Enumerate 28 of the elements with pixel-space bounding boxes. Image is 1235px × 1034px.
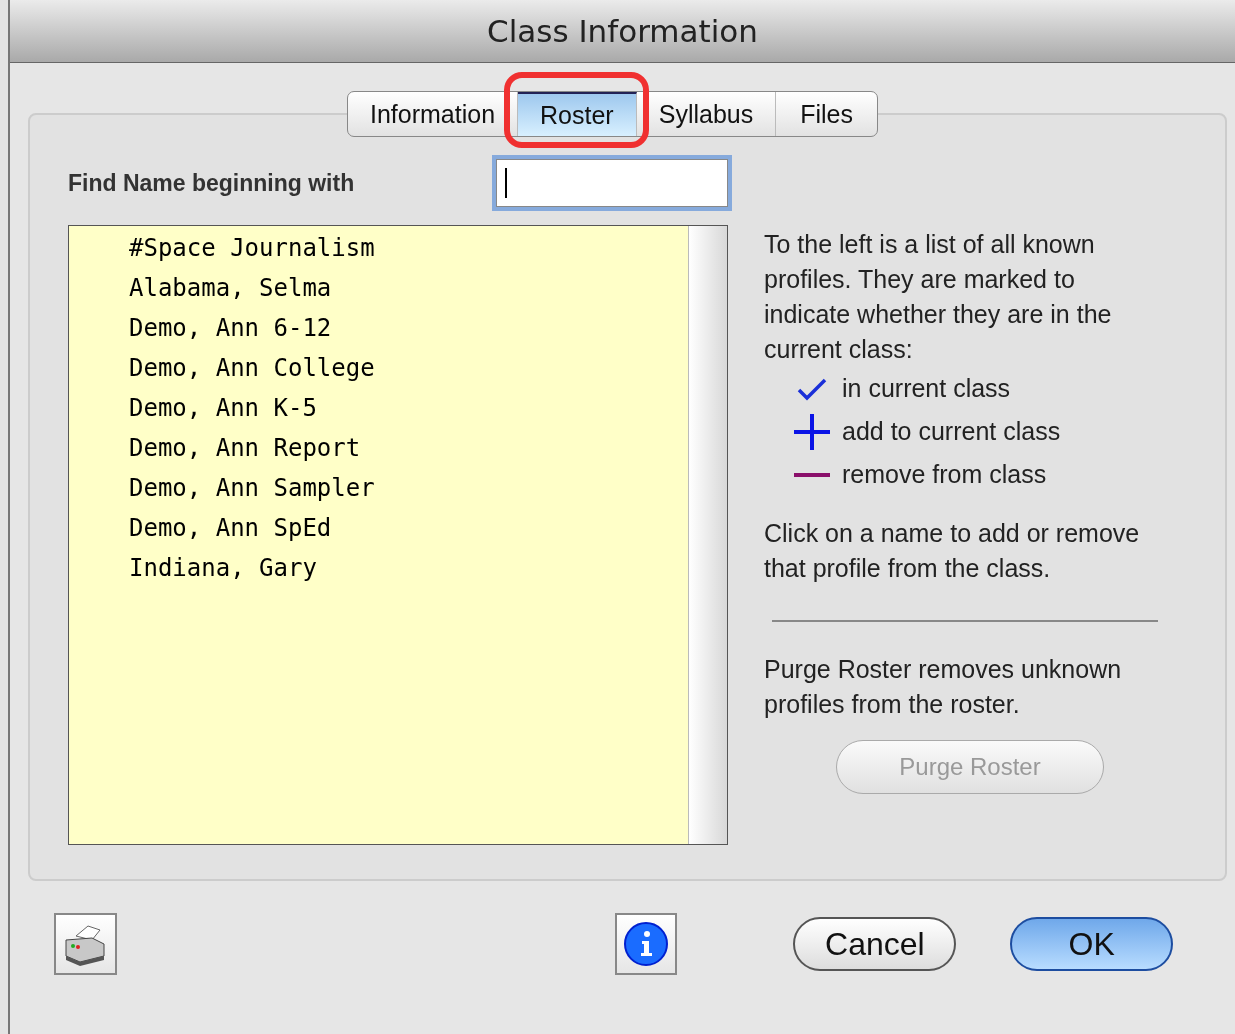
cancel-button[interactable]: Cancel bbox=[793, 917, 957, 971]
name-item[interactable]: Indiana, Gary bbox=[129, 550, 688, 590]
purge-note: Purge Roster removes unknown profiles from the roster. bbox=[764, 654, 1123, 720]
ok-button[interactable]: OK bbox=[1010, 917, 1173, 971]
legend-text: remove from class bbox=[842, 460, 1047, 489]
name-item[interactable]: Demo, Ann SpEd bbox=[129, 510, 688, 550]
info-icon bbox=[623, 921, 670, 967]
tab[interactable]: Roster bbox=[518, 92, 637, 136]
name-item[interactable]: Demo, Ann K-5 bbox=[129, 390, 688, 430]
minus-icon bbox=[792, 470, 832, 479]
info-button[interactable] bbox=[614, 913, 678, 975]
plus-icon bbox=[792, 411, 832, 452]
click-note: Click on a name to add or remove that profile from the class. bbox=[764, 518, 1141, 584]
tab[interactable]: Files bbox=[776, 92, 877, 136]
name-item[interactable]: #Space Journalism bbox=[129, 230, 688, 270]
intro-text: To the left is a list of all known profiles. They are marked to indicate whether they are in the current class: bbox=[764, 229, 1113, 365]
window-title: Class Information bbox=[487, 13, 758, 49]
print-button[interactable] bbox=[54, 913, 117, 975]
tab[interactable]: Syllabus bbox=[636, 92, 777, 136]
name-item[interactable]: Demo, Ann Report bbox=[129, 430, 688, 470]
legend-text: in current class bbox=[842, 374, 1011, 403]
name-item[interactable]: Alabama, Selma bbox=[129, 270, 688, 310]
find-label: Find Name beginning with bbox=[68, 169, 356, 197]
name-item[interactable]: Demo, Ann 6-12 bbox=[129, 310, 688, 350]
name-item[interactable]: Demo, Ann College bbox=[129, 350, 688, 390]
legend-text: add to current class bbox=[842, 417, 1061, 446]
find-field[interactable] bbox=[496, 159, 728, 207]
name-item[interactable]: Demo, Ann Sampler bbox=[129, 470, 688, 510]
